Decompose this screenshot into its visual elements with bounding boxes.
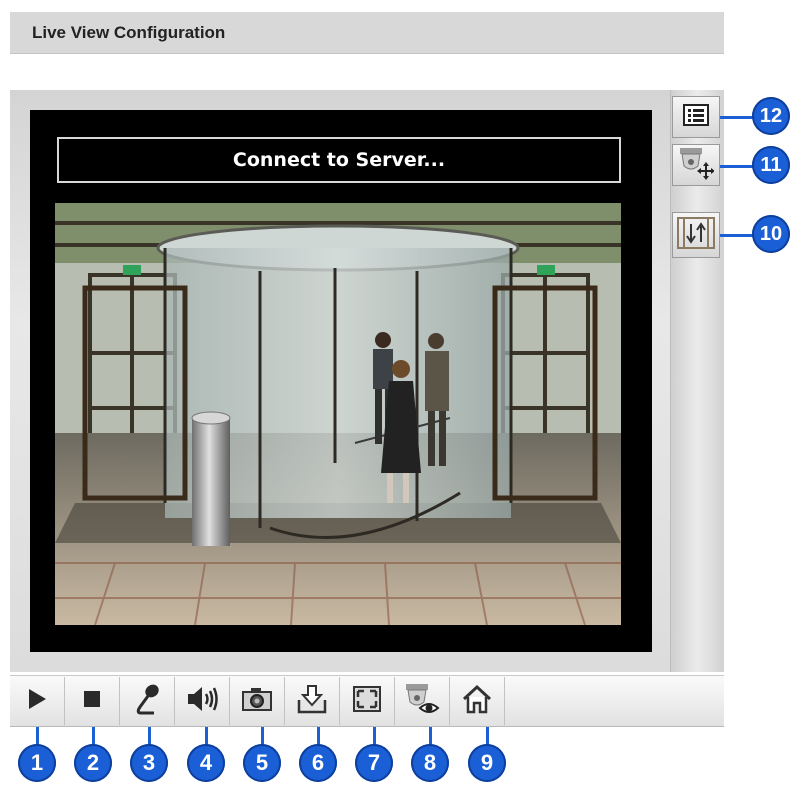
camera-view-button[interactable] xyxy=(395,677,450,725)
callout-badge: 1 xyxy=(18,744,56,782)
callout-badge: 3 xyxy=(130,744,168,782)
video-feed xyxy=(55,203,621,625)
fullscreen-icon xyxy=(352,685,382,718)
lobby-camera-image xyxy=(55,203,621,625)
connection-status: Connect to Server... xyxy=(57,137,621,183)
list-button[interactable] xyxy=(672,96,720,138)
home-icon xyxy=(461,684,493,719)
record-button[interactable] xyxy=(285,677,340,725)
callout-badge: 6 xyxy=(299,744,337,782)
ptz-camera-icon xyxy=(678,146,715,185)
microphone-icon xyxy=(132,683,162,720)
callout-badge: 8 xyxy=(411,744,449,782)
callout-badge: 2 xyxy=(74,744,112,782)
callout-badge: 9 xyxy=(468,744,506,782)
page-title: Live View Configuration xyxy=(32,23,226,42)
camera-snapshot-icon xyxy=(241,686,273,717)
callout-badge: 12 xyxy=(752,97,790,135)
stop-icon xyxy=(83,690,101,713)
page-header: Live View Configuration xyxy=(10,12,724,54)
callout-badge: 5 xyxy=(243,744,281,782)
callout-badge: 4 xyxy=(187,744,225,782)
play-icon xyxy=(27,688,47,715)
fullscreen-button[interactable] xyxy=(340,677,395,725)
ptz-control-button[interactable] xyxy=(672,144,720,186)
flip-button[interactable] xyxy=(672,212,720,258)
speaker-button[interactable] xyxy=(175,677,230,725)
callout-badge: 10 xyxy=(752,215,790,253)
list-icon xyxy=(683,103,709,131)
callout-badge: 11 xyxy=(752,146,790,184)
home-button[interactable] xyxy=(450,677,505,725)
microphone-button[interactable] xyxy=(120,677,175,725)
speaker-icon xyxy=(186,685,218,718)
camera-view-icon xyxy=(404,682,440,721)
download-record-icon xyxy=(296,684,328,719)
play-button[interactable] xyxy=(10,677,65,725)
callout-badge: 7 xyxy=(355,744,393,782)
snapshot-button[interactable] xyxy=(230,677,285,725)
stop-button[interactable] xyxy=(65,677,120,725)
flip-icon xyxy=(676,215,716,256)
